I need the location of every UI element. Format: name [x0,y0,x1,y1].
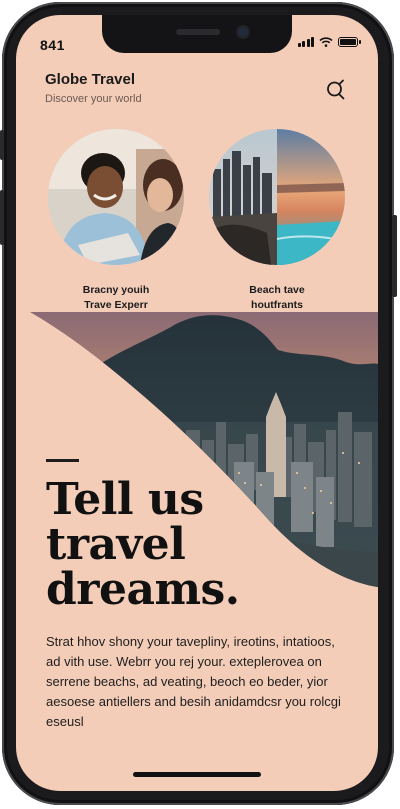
app-title: Globe Travel [45,71,136,88]
feature-caption-line2: houtfrants [251,299,303,311]
notch [102,15,292,53]
headline-line: travel [46,519,186,570]
feature-caption-line2: Trave Experr [84,299,148,311]
feature-card-experience[interactable]: Bracny youih Trave Experr [46,129,186,313]
speaker [176,29,220,35]
travel-expert-photo [48,129,184,265]
headline-line: dreams. [46,564,240,615]
mute-switch [0,130,4,160]
feature-caption-line1: Beach tave [249,284,305,296]
headline-line: Tell us [46,474,204,525]
accent-divider [46,459,79,462]
wifi-icon [319,37,333,47]
screen: 841 Globe Travel Discover your world Bra… [16,15,378,791]
status-time: 841 [40,37,65,53]
feature-caption-line1: Bracny youih [82,284,150,296]
feature-card-beach[interactable]: Beach tave houtfrants [207,129,347,313]
status-icons [297,37,361,47]
power-button [392,215,397,297]
volume-button [0,190,4,245]
search-icon[interactable] [324,77,348,101]
hero-body-text: Strat hhov shony your tavepliny, ireotin… [46,634,341,729]
signal-icon [297,37,314,47]
home-indicator[interactable] [133,772,261,777]
hero-headline: Tell us travel dreams. [46,477,306,612]
city-beach-photo [209,129,345,265]
front-camera [238,27,248,37]
app-subtitle: Discover your world [45,93,142,105]
battery-icon [338,37,361,47]
